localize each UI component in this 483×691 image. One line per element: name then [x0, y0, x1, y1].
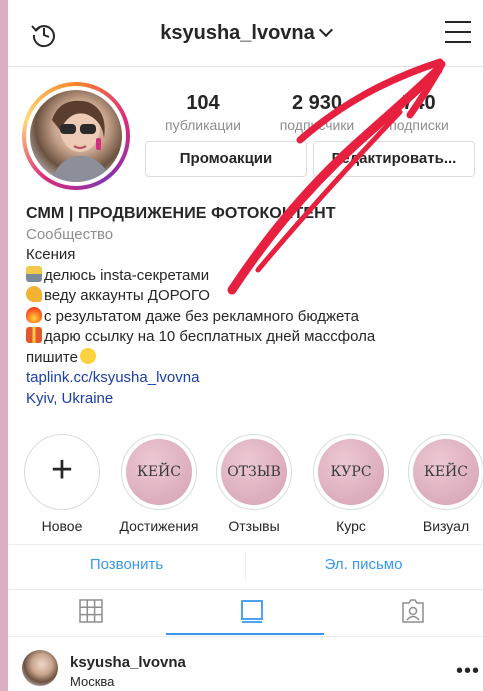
- post-username[interactable]: ksyusha_lvovna: [70, 654, 186, 671]
- bio-line: с результатом даже без рекламного бюджет…: [26, 306, 476, 328]
- stat-value: 104: [186, 92, 220, 114]
- bio-line: веду аккаунты ДОРОГО: [26, 286, 476, 307]
- grid-icon[interactable]: [78, 598, 104, 624]
- gift-emoji-icon: [26, 327, 42, 343]
- bio-line: дарю ссылку на 10 бесплатных дней массфо…: [26, 327, 476, 348]
- post-location[interactable]: Москва: [70, 674, 114, 689]
- highlight-cover: КУРС: [318, 439, 384, 505]
- stat-value: 2 930: [291, 92, 343, 114]
- call-button[interactable]: Позвонить: [8, 556, 245, 573]
- promo-button[interactable]: Промоакции: [145, 141, 307, 177]
- stat-label: подписки: [389, 117, 449, 133]
- stat-posts[interactable]: 104 публикации: [148, 92, 258, 133]
- highlight-cover: ОТЗЫВ: [221, 439, 287, 505]
- bio-location[interactable]: Kyiv, Ukraine: [26, 389, 476, 410]
- avatar[interactable]: [22, 82, 130, 190]
- active-tab-indicator: [166, 633, 324, 635]
- fire-emoji-icon: [26, 306, 42, 323]
- bio-title: СММ | ПРОДВИЖЕНИЕ ФОТОКОНТЕНТ: [26, 205, 336, 222]
- stat-value: 740: [402, 92, 436, 114]
- more-icon[interactable]: •••: [456, 660, 480, 683]
- post-avatar[interactable]: [22, 650, 58, 686]
- stat-label: подписчики: [279, 117, 355, 133]
- highlight-new[interactable]: + Новое: [22, 434, 102, 534]
- highlight-visual[interactable]: КЕЙС Визуал: [406, 434, 483, 534]
- chevron-down-icon: [318, 22, 333, 38]
- profile-tabs: [8, 588, 483, 637]
- bio-line: пишите: [26, 347, 476, 369]
- highlight-label: Курс: [336, 518, 366, 534]
- bio-category: Сообщество: [26, 225, 114, 243]
- highlight-course[interactable]: КУРС Курс: [311, 434, 391, 534]
- contact-actions: Позвонить Эл. письмо: [8, 544, 483, 590]
- menu-icon[interactable]: [445, 21, 471, 45]
- highlight-cover: КЕЙС: [413, 439, 479, 505]
- account-switcher[interactable]: ksyusha_lvovna: [8, 22, 483, 45]
- email-button[interactable]: Эл. письмо: [245, 556, 482, 573]
- avatar-photo: [30, 90, 122, 182]
- highlight-label: Достижения: [119, 518, 199, 534]
- bio-name: Ксения: [26, 246, 76, 263]
- highlight-label: Визуал: [422, 518, 470, 534]
- highlight-reviews[interactable]: ОТЗЫВ Отзывы: [214, 434, 294, 534]
- plus-icon: +: [50, 449, 74, 491]
- tagged-icon[interactable]: [400, 598, 426, 624]
- stat-followers[interactable]: 2 930 подписчики: [262, 92, 372, 133]
- highlight-label: Отзывы: [228, 518, 280, 534]
- highlight-cover: КЕЙС: [126, 439, 192, 505]
- wink-emoji-icon: [79, 347, 96, 364]
- bio: СММ | ПРОДВИЖЕНИЕ ФОТОКОНТЕНТ Сообщество…: [26, 204, 476, 409]
- highlight-label: Новое: [41, 518, 83, 534]
- bio-link[interactable]: taplink.cc/ksyusha_lvovna: [26, 368, 476, 389]
- edit-profile-button[interactable]: Редактировать...: [313, 141, 475, 177]
- top-bar: ksyusha_lvovna: [8, 0, 483, 67]
- bio-line: делюсь insta-секретами: [26, 265, 476, 287]
- muscle-emoji-icon: [26, 286, 42, 302]
- person-emoji-icon: [26, 265, 42, 282]
- profile-screen: ksyusha_lvovna 104 публикации 2 930 подп: [8, 0, 483, 691]
- stat-label: публикации: [165, 117, 241, 133]
- stat-following[interactable]: 740 подписки: [364, 92, 474, 133]
- username-title: ksyusha_lvovna: [160, 22, 315, 44]
- feed-icon[interactable]: [239, 598, 265, 624]
- highlight-achievements[interactable]: КЕЙС Достижения: [119, 434, 199, 534]
